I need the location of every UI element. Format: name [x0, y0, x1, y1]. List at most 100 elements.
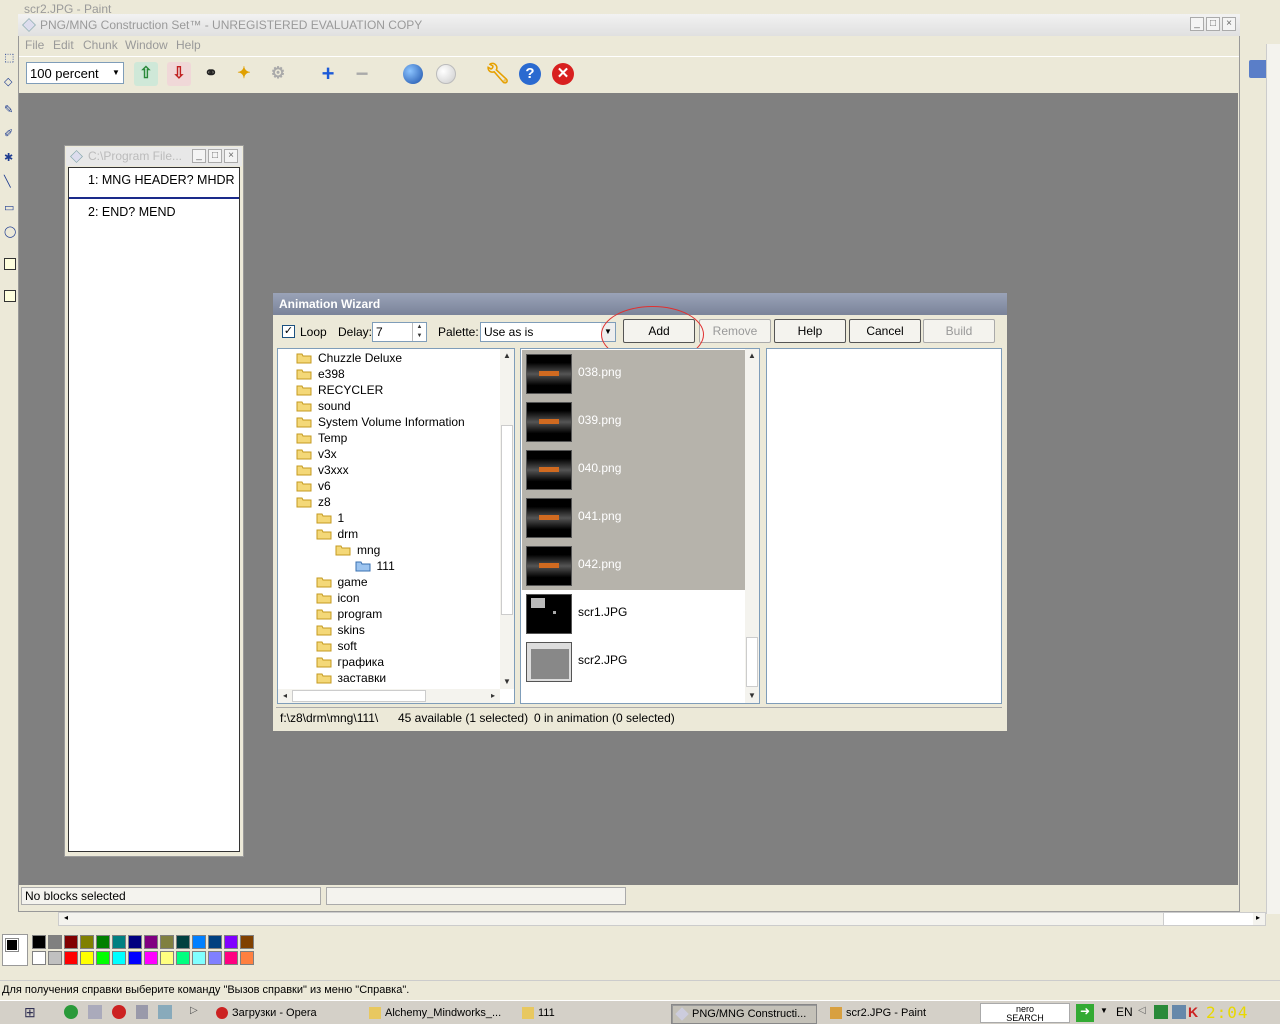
tree-node[interactable]: soft: [338, 639, 357, 653]
circle-icon[interactable]: [434, 62, 458, 86]
start-windows-icon[interactable]: ⊞: [24, 1004, 42, 1022]
loop-checkbox[interactable]: ✓: [282, 325, 295, 338]
palette-swatch[interactable]: [112, 935, 126, 949]
tree-node[interactable]: skins: [338, 623, 365, 637]
tree-node[interactable]: drm: [338, 527, 359, 541]
option-box-icon[interactable]: [4, 258, 16, 270]
folder-tree[interactable]: [277, 348, 515, 704]
foreground-color[interactable]: [5, 938, 19, 952]
chevron-down-icon[interactable]: ▼: [1100, 1006, 1108, 1015]
ql-opera-icon[interactable]: [112, 1005, 126, 1019]
wizard-wand-icon[interactable]: ✦: [232, 62, 256, 86]
palette-swatch[interactable]: [112, 951, 126, 965]
binoculars-icon[interactable]: ⚭: [199, 62, 223, 86]
file-item[interactable]: 038.png: [524, 351, 746, 397]
file-item[interactable]: 041.png: [524, 495, 746, 541]
build-button[interactable]: Build: [923, 319, 995, 343]
tree-node[interactable]: Temp: [318, 431, 347, 445]
files-vscroll[interactable]: ▲ ▼: [745, 349, 759, 703]
tree-node[interactable]: System Volume Information: [318, 415, 465, 429]
palette-swatch[interactable]: [240, 951, 254, 965]
tree-node[interactable]: Chuzzle Deluxe: [318, 351, 402, 365]
close-button[interactable]: ×: [1222, 17, 1236, 31]
remove-button[interactable]: Remove: [699, 319, 771, 343]
chevron-down-icon[interactable]: ▼: [109, 63, 123, 83]
menu-chunk[interactable]: Chunk: [83, 38, 118, 52]
exit-icon[interactable]: ✕: [551, 62, 575, 86]
tree-node[interactable]: RECYCLER: [318, 383, 383, 397]
remove-icon[interactable]: −: [350, 62, 374, 86]
tree-node[interactable]: v3x: [318, 447, 337, 461]
palette-swatch[interactable]: [160, 935, 174, 949]
picker-tool-icon[interactable]: ✎: [4, 104, 16, 116]
palette-swatch[interactable]: [64, 935, 78, 949]
tray-collapse-icon[interactable]: ◁: [1138, 1005, 1146, 1016]
file-item[interactable]: 040.png: [524, 447, 746, 493]
tree-scroll-thumb[interactable]: [501, 425, 513, 615]
tree-node[interactable]: 111: [377, 559, 395, 573]
tree-node[interactable]: заставки: [338, 671, 387, 685]
palette-swatch[interactable]: [192, 951, 206, 965]
doc-close-button[interactable]: ×: [224, 149, 238, 163]
hscroll-thumb[interactable]: [1163, 913, 1253, 925]
task-paint[interactable]: scr2.JPG - Paint: [826, 1004, 976, 1024]
maximize-button[interactable]: □: [1206, 17, 1220, 31]
eraser-tool-icon[interactable]: ◇: [4, 76, 16, 88]
palette-swatch[interactable]: [144, 951, 158, 965]
animation-frames-list[interactable]: [766, 348, 1002, 704]
tree-hscroll[interactable]: ◂ ▸: [278, 689, 500, 703]
ql-desktop-icon[interactable]: [88, 1005, 102, 1019]
tree-node[interactable]: sound: [318, 399, 351, 413]
palette-swatch[interactable]: [240, 935, 254, 949]
nero-search-logo[interactable]: nero SEARCH: [980, 1003, 1070, 1023]
menu-window[interactable]: Window: [125, 38, 168, 52]
ql-expand-icon[interactable]: ▷: [190, 1005, 198, 1016]
tree-node[interactable]: icon: [338, 591, 360, 605]
file-item[interactable]: 039.png: [524, 399, 746, 445]
pencil-tool-icon[interactable]: ✐: [4, 128, 16, 140]
tree-node[interactable]: графика: [338, 655, 385, 669]
tree-node[interactable]: e398: [318, 367, 345, 381]
ql-browser-icon[interactable]: [64, 1005, 78, 1019]
option-box-2-icon[interactable]: [4, 290, 16, 302]
tree-hscroll-thumb[interactable]: [292, 690, 426, 702]
doc-minimize-button[interactable]: _: [192, 149, 206, 163]
wrench-icon[interactable]: 🔧︎: [485, 62, 510, 86]
palette-swatch[interactable]: [32, 951, 46, 965]
select-tool-icon[interactable]: ⬚: [4, 52, 16, 64]
palette-swatch[interactable]: [208, 935, 222, 949]
tree-node[interactable]: mng: [357, 543, 380, 557]
palette-swatch[interactable]: [176, 935, 190, 949]
add-icon[interactable]: +: [316, 62, 340, 86]
palette-swatch[interactable]: [208, 951, 222, 965]
minimize-button[interactable]: _: [1190, 17, 1204, 31]
scroll-left-icon[interactable]: ◂: [278, 689, 292, 703]
tray-antivirus-icon[interactable]: K: [1188, 1004, 1198, 1020]
help-icon[interactable]: ?: [518, 62, 542, 86]
palette-swatch[interactable]: [48, 951, 62, 965]
tree-node[interactable]: v3xxx: [318, 463, 349, 477]
tree-vscroll[interactable]: ▲ ▼: [500, 349, 514, 689]
doc-maximize-button[interactable]: □: [208, 149, 222, 163]
files-scroll-thumb[interactable]: [746, 637, 758, 687]
task-111[interactable]: 111: [518, 1004, 668, 1024]
paint-vertical-scrollbar[interactable]: [1266, 44, 1280, 914]
palette-swatch[interactable]: [128, 951, 142, 965]
chunk-item[interactable]: 1: MNG HEADER? MHDR: [88, 173, 238, 187]
chunk-list[interactable]: [68, 167, 240, 852]
gear-icon[interactable]: ⚙: [266, 62, 290, 86]
task-alchemy[interactable]: Alchemy_Mindworks_...: [365, 1004, 515, 1024]
task-opera[interactable]: Загрузки - Opera: [212, 1004, 362, 1024]
palette-swatch[interactable]: [128, 935, 142, 949]
scroll-down-icon[interactable]: ▼: [745, 689, 759, 703]
menu-file[interactable]: File: [25, 38, 44, 52]
palette-swatch[interactable]: [224, 951, 238, 965]
cancel-button[interactable]: Cancel: [849, 319, 921, 343]
ql-doc-icon[interactable]: [136, 1005, 148, 1019]
export-icon[interactable]: ⇩: [167, 62, 191, 86]
file-item[interactable]: scr1.JPG: [524, 591, 746, 637]
tray-network-icon[interactable]: [1172, 1005, 1186, 1019]
file-item[interactable]: 042.png: [524, 543, 746, 589]
tree-node[interactable]: program: [338, 607, 383, 621]
palette-swatch[interactable]: [96, 951, 110, 965]
